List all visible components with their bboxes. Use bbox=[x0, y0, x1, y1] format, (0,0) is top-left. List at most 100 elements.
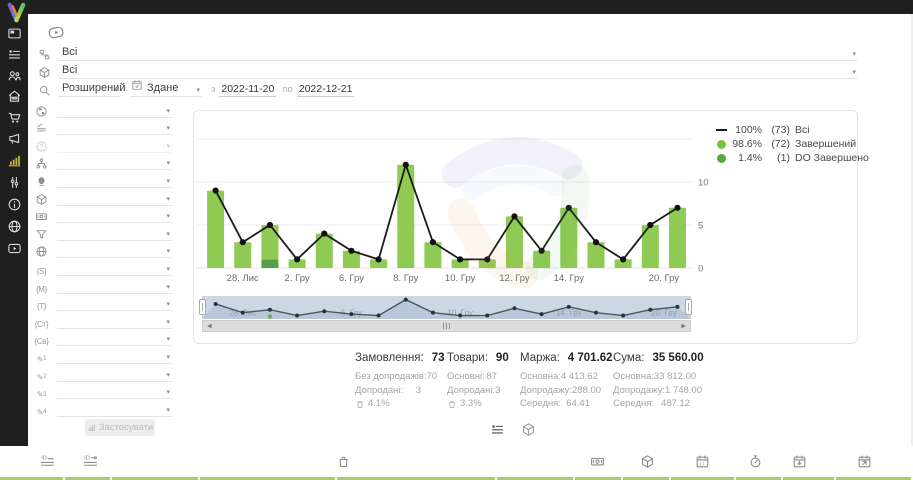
legend-item[interactable]: 98.6%(72)Завершений bbox=[714, 137, 869, 151]
filter-var-m-select[interactable]: ▾ bbox=[57, 279, 172, 294]
navigator-left-handle[interactable] bbox=[199, 299, 206, 315]
filter-custom-1[interactable]: ✎1▾ bbox=[34, 346, 172, 364]
filter-var-st-select[interactable]: ▾ bbox=[57, 314, 172, 329]
filter-site[interactable]: ▾ bbox=[34, 241, 172, 259]
filter-country-select[interactable]: ▾ bbox=[57, 103, 172, 118]
legend-item[interactable]: 1.4%(1)DO Завершено bbox=[714, 151, 869, 165]
chevron-down-icon: ▾ bbox=[166, 143, 170, 150]
sidebar-item-video[interactable] bbox=[6, 240, 22, 256]
column-id-ref-icon[interactable]: ID bbox=[83, 454, 98, 474]
stat-products: Товари:90Основні:87Допродані:33.3% bbox=[447, 352, 497, 411]
scroll-left-icon[interactable]: ◄ bbox=[203, 323, 216, 330]
navigator-right-handle[interactable] bbox=[685, 299, 692, 315]
scrollbar-grip-icon[interactable] bbox=[443, 323, 450, 329]
date-from-input[interactable]: 2022-11-20 bbox=[219, 83, 276, 97]
apply-button[interactable]: Застосувати bbox=[85, 419, 155, 436]
filter-payment-select[interactable]: ▾ bbox=[57, 208, 172, 223]
filter-var-st[interactable]: {Ст}▾ bbox=[34, 311, 172, 329]
filter-custom-4[interactable]: ✎4 ▾ bbox=[34, 399, 172, 417]
filter-funnel[interactable]: ▾ bbox=[34, 223, 172, 241]
line-point bbox=[511, 213, 517, 219]
sidebar-item-dashboard[interactable] bbox=[6, 25, 22, 41]
line-point bbox=[294, 256, 300, 262]
banknote-filter-icon bbox=[34, 210, 49, 223]
filter-funnel-select[interactable]: ▾ bbox=[57, 226, 172, 241]
filter-custom-2[interactable]: ✎2▾ bbox=[34, 364, 172, 382]
filter-var-m[interactable]: {M}▾ bbox=[34, 276, 172, 294]
date-to-input[interactable]: 2022-12-21 bbox=[297, 83, 355, 97]
bag-percent-icon bbox=[355, 399, 365, 409]
stat-sum: Сума:35 560.00Основна:33 812.00Допродажу… bbox=[613, 352, 690, 411]
line-point bbox=[403, 162, 409, 168]
legend-item[interactable]: 100%(73)Всі bbox=[714, 123, 869, 137]
filter-custom-1-select[interactable]: ▾ bbox=[57, 349, 172, 364]
filter-var-s[interactable]: {S}▾ bbox=[34, 258, 172, 276]
date-field-value: Здане bbox=[147, 82, 178, 94]
navigator-scrollbar[interactable]: ◄ ► bbox=[202, 320, 691, 332]
filter-custom-2-select[interactable]: ▾ bbox=[57, 367, 172, 382]
stat-subrow: Без допродажів:70 bbox=[355, 370, 421, 384]
bag-percent-icon bbox=[447, 399, 457, 409]
x-tick-label: 2. Гру bbox=[285, 273, 310, 284]
flow-tree-icon bbox=[38, 48, 52, 61]
text-filter-icon: ✎4 bbox=[34, 408, 49, 417]
filter-custom-3-select[interactable]: ▾ bbox=[57, 384, 172, 399]
toggle-orders-view[interactable] bbox=[489, 421, 506, 438]
filter-var-sv[interactable]: {Св}▾ bbox=[34, 329, 172, 347]
navigator-point bbox=[512, 306, 516, 310]
y-tick-label: 10 bbox=[698, 178, 709, 189]
navigator-point bbox=[621, 314, 625, 318]
filter-structure-select[interactable]: ▾ bbox=[57, 155, 172, 170]
filter-site-select[interactable]: ▾ bbox=[57, 243, 172, 258]
sidebar-item-network[interactable] bbox=[6, 218, 22, 234]
column-date-out-icon[interactable] bbox=[857, 454, 872, 474]
sidebar-item-automation[interactable] bbox=[6, 174, 22, 190]
sidebar-item-orders[interactable] bbox=[6, 46, 22, 62]
sidebar-item-analytics[interactable] bbox=[6, 152, 22, 168]
chart-navigator[interactable]: 28. Лис6. Гру10. Гру14. Гру20. Гру bbox=[202, 296, 691, 319]
filter-var-t-select[interactable]: ▾ bbox=[57, 296, 172, 311]
filter-payment[interactable]: ▾ bbox=[34, 206, 172, 224]
filter-unknown-select[interactable]: ▾ bbox=[57, 138, 172, 153]
column-time-icon[interactable] bbox=[748, 454, 763, 474]
filter-structure[interactable]: ▾ bbox=[34, 153, 172, 171]
filter-custom-3[interactable]: ✎3▾ bbox=[34, 382, 172, 400]
navigator-point bbox=[241, 311, 245, 315]
sidebar-item-customers[interactable] bbox=[6, 67, 22, 83]
column-date-icon[interactable]: 17 bbox=[695, 454, 710, 474]
sidebar-item-store[interactable] bbox=[6, 88, 22, 104]
legend-line-marker bbox=[714, 129, 728, 132]
date-field-select[interactable]: Здане ▾ bbox=[130, 80, 202, 97]
filter-unknown[interactable]: ▾ bbox=[34, 135, 172, 153]
sidebar-item-marketing[interactable] bbox=[6, 130, 22, 146]
column-product-icon[interactable] bbox=[640, 454, 655, 474]
product-filter-row: Всі ▾ bbox=[38, 62, 858, 79]
sidebar bbox=[0, 0, 28, 480]
filter-manager-select[interactable]: ▾ bbox=[57, 173, 172, 188]
column-id-icon[interactable]: ID bbox=[40, 454, 55, 474]
sidebar-item-cart[interactable] bbox=[6, 109, 22, 125]
stat-subrow: Допродані:3 bbox=[355, 384, 421, 398]
column-bag-icon[interactable] bbox=[336, 454, 351, 474]
filter-var-sv-select[interactable]: ▾ bbox=[57, 331, 172, 346]
scroll-right-icon[interactable]: ► bbox=[677, 323, 690, 330]
filter-status-rules[interactable]: ▾ bbox=[34, 118, 172, 136]
filter-manager[interactable]: ▾ bbox=[34, 170, 172, 188]
category-select[interactable]: Всі ▾ bbox=[58, 44, 858, 61]
filter-country[interactable]: ▾ bbox=[34, 100, 172, 118]
toggle-products-view[interactable] bbox=[520, 421, 537, 438]
filter-status-rules-select[interactable]: ▾ bbox=[57, 120, 172, 135]
filter-custom-4-select[interactable]: ▾ bbox=[57, 402, 172, 417]
line-point bbox=[539, 248, 545, 254]
column-money-icon[interactable] bbox=[590, 454, 605, 474]
filter-var-t[interactable]: {T}▾ bbox=[34, 294, 172, 312]
column-date-in-icon[interactable] bbox=[792, 454, 807, 474]
filter-product[interactable]: ▾ bbox=[34, 188, 172, 206]
filter-var-s-select[interactable]: ▾ bbox=[57, 261, 172, 276]
mode-select[interactable]: Розширений ▾ bbox=[58, 80, 120, 97]
stat-subrow: 3.3% bbox=[447, 397, 497, 411]
stat-subrow: Основна:33 812.00 bbox=[613, 370, 690, 384]
filter-product-select[interactable]: ▾ bbox=[57, 191, 172, 206]
product-select[interactable]: Всі ▾ bbox=[58, 62, 858, 79]
sidebar-item-info[interactable] bbox=[6, 196, 22, 212]
